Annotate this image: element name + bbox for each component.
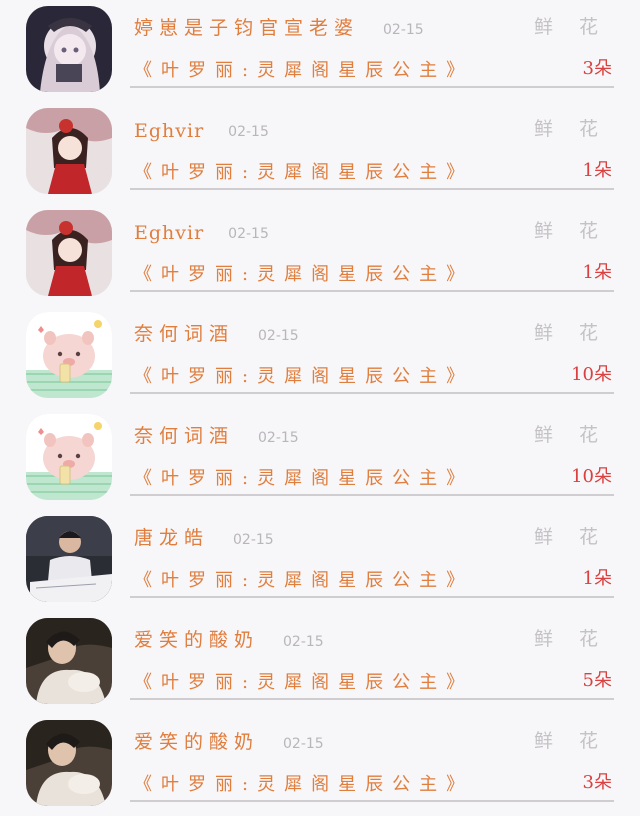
gift-book-title[interactable]: 《叶罗丽:灵犀阁星辰公主》 xyxy=(134,158,473,184)
gift-book-title[interactable]: 《叶罗丽:灵犀阁星辰公主》 xyxy=(134,566,473,592)
username[interactable]: 奈何词酒 xyxy=(134,421,234,448)
gift-book-title[interactable]: 《叶罗丽:灵犀阁星辰公主》 xyxy=(134,464,473,490)
divider xyxy=(130,596,614,598)
flower-count: 5朵 xyxy=(582,670,612,691)
couple-photo-avatar[interactable] xyxy=(26,618,112,704)
gift-date: 02-15 xyxy=(228,124,269,140)
gift-book-title[interactable]: 《叶罗丽:灵犀阁星辰公主》 xyxy=(134,668,473,694)
flower-count: 10朵 xyxy=(571,466,612,487)
gift-date: 02-15 xyxy=(283,634,324,650)
divider xyxy=(130,698,614,700)
gift-date: 02-15 xyxy=(228,226,269,242)
divider xyxy=(130,392,614,394)
username[interactable]: 唐龙皓 xyxy=(134,523,209,550)
gift-book-title[interactable]: 《叶罗丽:灵犀阁星辰公主》 xyxy=(134,770,473,796)
list-item[interactable]: Eghvir 02-15 鲜 花 《叶罗丽:灵犀阁星辰公主》 1朵 xyxy=(0,204,640,306)
gift-date: 02-15 xyxy=(383,22,424,38)
username[interactable]: Eghvir xyxy=(134,120,204,142)
list-item[interactable]: 奈何词酒 02-15 鲜 花 《叶罗丽:灵犀阁星辰公主》 10朵 xyxy=(0,408,640,510)
flower-label: 鲜 花 xyxy=(533,16,608,38)
divider xyxy=(130,800,614,802)
list-item[interactable]: 爱笑的酸奶 02-15 鲜 花 《叶罗丽:灵犀阁星辰公主》 3朵 xyxy=(0,714,640,816)
gift-date: 02-15 xyxy=(233,532,274,548)
flower-label: 鲜 花 xyxy=(533,220,608,242)
list-item[interactable]: 唐龙皓 02-15 鲜 花 《叶罗丽:灵犀阁星辰公主》 1朵 xyxy=(0,510,640,612)
gift-book-title[interactable]: 《叶罗丽:灵犀阁星辰公主》 xyxy=(134,362,473,388)
username[interactable]: 婷崽是子钧官宣老婆 xyxy=(134,13,359,40)
list-item[interactable]: 爱笑的酸奶 02-15 鲜 花 《叶罗丽:灵犀阁星辰公主》 5朵 xyxy=(0,612,640,714)
pig-avatar[interactable] xyxy=(26,414,112,500)
divider xyxy=(130,86,614,88)
flower-count: 1朵 xyxy=(582,160,612,181)
gift-date: 02-15 xyxy=(258,430,299,446)
couple-photo-avatar[interactable] xyxy=(26,720,112,806)
username[interactable]: 奈何词酒 xyxy=(134,319,234,346)
list-item[interactable]: 奈何词酒 02-15 鲜 花 《叶罗丽:灵犀阁星辰公主》 10朵 xyxy=(0,306,640,408)
flower-count: 3朵 xyxy=(582,772,612,793)
gift-date: 02-15 xyxy=(258,328,299,344)
flower-count: 1朵 xyxy=(582,262,612,283)
flower-label: 鲜 花 xyxy=(533,526,608,548)
flower-count: 3朵 xyxy=(582,58,612,79)
flower-count: 1朵 xyxy=(582,568,612,589)
divider xyxy=(130,290,614,292)
list-item[interactable]: 婷崽是子钧官宣老婆 02-15 鲜 花 《叶罗丽:灵犀阁星辰公主》 3朵 xyxy=(0,0,640,102)
flower-label: 鲜 花 xyxy=(533,322,608,344)
username[interactable]: 爱笑的酸奶 xyxy=(134,727,259,754)
gift-book-title[interactable]: 《叶罗丽:灵犀阁星辰公主》 xyxy=(134,56,473,82)
flower-label: 鲜 花 xyxy=(533,424,608,446)
flower-label: 鲜 花 xyxy=(533,118,608,140)
flower-label: 鲜 花 xyxy=(533,730,608,752)
pig-avatar[interactable] xyxy=(26,312,112,398)
list-item[interactable]: Eghvir 02-15 鲜 花 《叶罗丽:灵犀阁星辰公主》 1朵 xyxy=(0,102,640,204)
flower-count: 10朵 xyxy=(571,364,612,385)
gift-book-title[interactable]: 《叶罗丽:灵犀阁星辰公主》 xyxy=(134,260,473,286)
divider xyxy=(130,188,614,190)
anime-girl-red-avatar[interactable] xyxy=(26,210,112,296)
anime-girl-avatar[interactable] xyxy=(26,6,112,92)
username[interactable]: 爱笑的酸奶 xyxy=(134,625,259,652)
divider xyxy=(130,494,614,496)
man-photo-avatar[interactable] xyxy=(26,516,112,602)
flower-gift-list: 婷崽是子钧官宣老婆 02-15 鲜 花 《叶罗丽:灵犀阁星辰公主》 3朵 Egh… xyxy=(0,0,640,815)
username[interactable]: Eghvir xyxy=(134,222,204,244)
flower-label: 鲜 花 xyxy=(533,628,608,650)
anime-girl-red-avatar[interactable] xyxy=(26,108,112,194)
gift-date: 02-15 xyxy=(283,736,324,752)
